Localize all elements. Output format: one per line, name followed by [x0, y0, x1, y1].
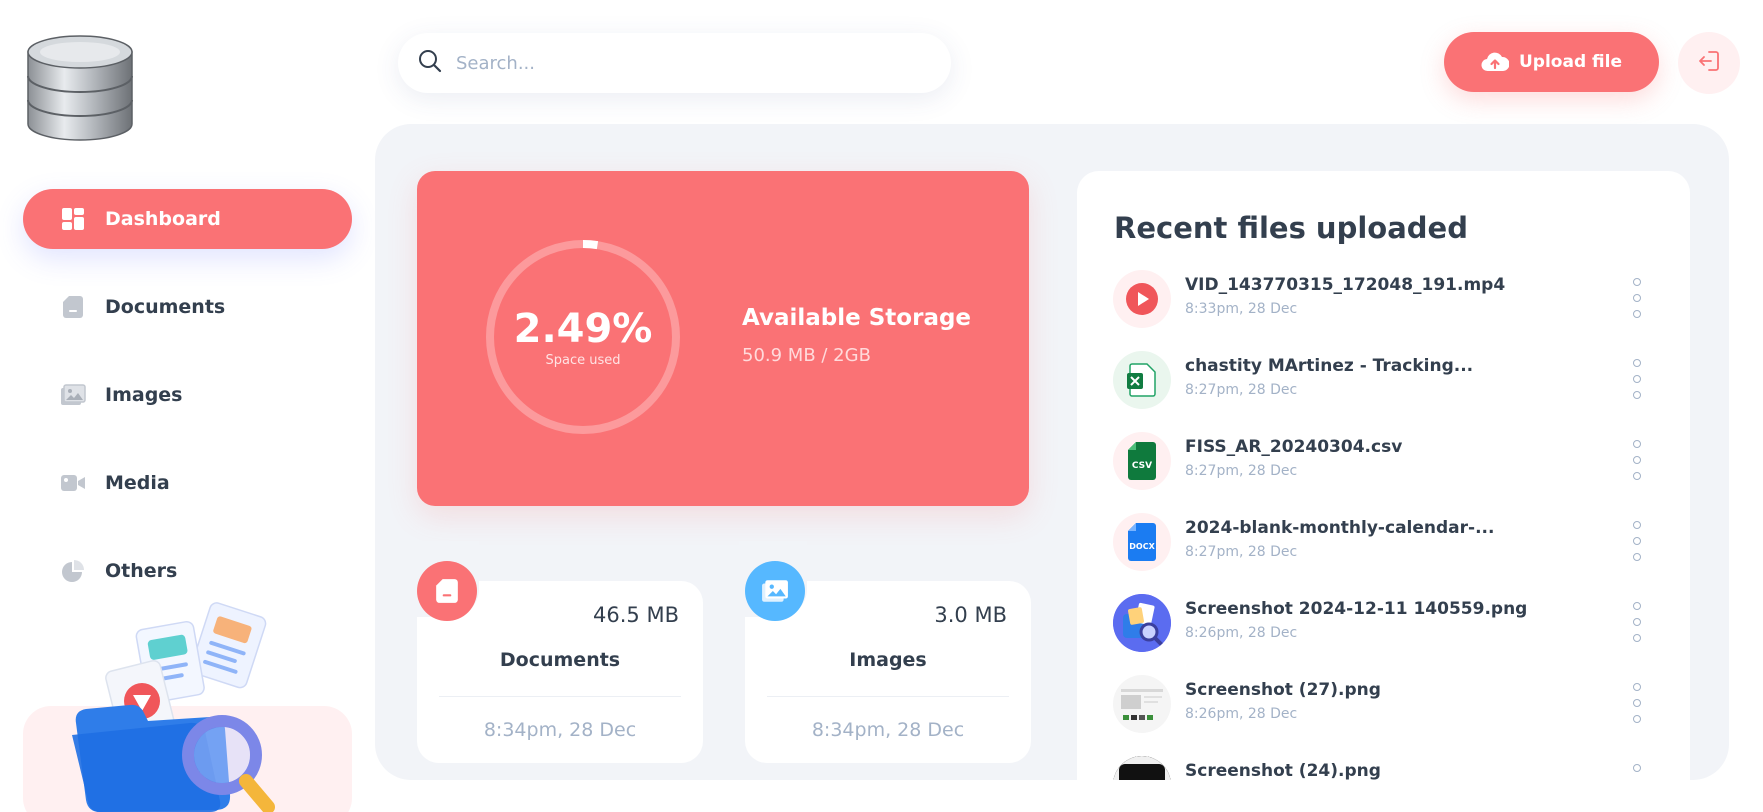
sidebar-item-images[interactable]: Images — [23, 365, 352, 425]
document-icon — [59, 293, 87, 321]
logout-icon — [1696, 48, 1722, 78]
sidebar-item-label: Others — [105, 560, 178, 582]
file-row[interactable]: VID_143770315_172048_191.mp4 8:33pm, 28 … — [1113, 270, 1653, 351]
more-options-icon[interactable] — [1631, 278, 1643, 318]
more-options-icon[interactable] — [1631, 521, 1643, 561]
image-icon — [59, 381, 87, 409]
storage-card: 2.49% Space used Available Storage 50.9 … — [417, 171, 1029, 506]
file-row[interactable]: Screenshot (27).png 8:26pm, 28 Dec — [1113, 675, 1653, 756]
file-badge: CSV — [1132, 461, 1152, 471]
screenshot-thumbnail — [1113, 675, 1171, 733]
document-icon — [417, 561, 477, 621]
sidebar-item-label: Dashboard — [105, 208, 221, 230]
storage-percentage: 2.49% Space used — [483, 237, 683, 437]
file-name: Screenshot 2024-12-11 140559.png — [1185, 599, 1528, 619]
summary-card-size: 3.0 MB — [934, 603, 1007, 627]
file-date: 8:27pm, 28 Dec — [1185, 463, 1298, 479]
divider — [767, 696, 1009, 697]
recent-files-panel: Recent files uploaded VID_143770315_1720… — [1077, 171, 1690, 780]
database-logo-icon[interactable] — [22, 32, 138, 144]
dashboard-icon — [59, 205, 87, 233]
file-name: VID_143770315_172048_191.mp4 — [1185, 275, 1506, 295]
file-name: 2024-blank-monthly-calendar-... — [1185, 518, 1495, 538]
sidebar-item-dashboard[interactable]: Dashboard — [23, 189, 352, 249]
file-name: Screenshot (27).png — [1185, 680, 1381, 700]
pie-chart-icon — [59, 557, 87, 585]
sidebar-item-label: Documents — [105, 296, 226, 318]
summary-card-name: Documents — [499, 649, 621, 671]
more-options-icon[interactable] — [1631, 683, 1643, 723]
file-name: Screenshot (24).png — [1185, 761, 1381, 780]
storage-size: 50.9 MB / 2GB — [742, 345, 871, 366]
more-options-icon[interactable] — [1631, 764, 1643, 780]
summary-card-images[interactable]: 3.0 MB Images 8:34pm, 28 Dec — [739, 541, 1031, 763]
sidebar-item-documents[interactable]: Documents — [23, 277, 352, 337]
screenshot-thumbnail — [1113, 756, 1171, 780]
storage-percent-value: 2.49% — [513, 305, 653, 352]
summary-card-date: 8:34pm, 28 Dec — [811, 719, 965, 741]
folder-illustration — [70, 595, 310, 812]
storage-title: Available Storage — [742, 305, 972, 331]
search-icon — [418, 49, 442, 77]
file-name: chastity MArtinez - Tracking... — [1185, 356, 1474, 376]
summary-card-date: 8:34pm, 28 Dec — [483, 719, 637, 741]
summary-card-name: Images — [849, 649, 927, 671]
search-input[interactable] — [456, 52, 916, 74]
summary-card-size: 46.5 MB — [593, 603, 679, 627]
upload-file-label: Upload file — [1519, 52, 1622, 72]
sidebar: Dashboard Documents Images Media Others — [0, 0, 370, 812]
more-options-icon[interactable] — [1631, 602, 1643, 642]
play-icon — [1113, 270, 1171, 328]
file-row[interactable]: Screenshot (24).png — [1113, 756, 1653, 780]
more-options-icon[interactable] — [1631, 440, 1643, 480]
upload-file-button[interactable]: Upload file — [1444, 32, 1659, 92]
file-date: 8:26pm, 28 Dec — [1185, 625, 1298, 641]
file-row[interactable]: CSV FISS_AR_20240304.csv 8:27pm, 28 Dec — [1113, 432, 1653, 513]
sidebar-nav: Dashboard Documents Images Media Others — [23, 189, 352, 629]
file-date: 8:27pm, 28 Dec — [1185, 382, 1298, 398]
video-camera-icon — [59, 469, 87, 497]
recent-files-list: VID_143770315_172048_191.mp4 8:33pm, 28 … — [1113, 270, 1653, 780]
logout-button[interactable] — [1678, 32, 1740, 94]
cloud-upload-icon — [1481, 51, 1509, 73]
image-search-icon — [1113, 594, 1171, 652]
file-date: 8:27pm, 28 Dec — [1185, 544, 1298, 560]
image-icon — [745, 561, 805, 621]
more-options-icon[interactable] — [1631, 359, 1643, 399]
file-date: 8:26pm, 28 Dec — [1185, 706, 1298, 722]
file-badge: DOCX — [1129, 542, 1155, 551]
file-row[interactable]: Screenshot 2024-12-11 140559.png 8:26pm,… — [1113, 594, 1653, 675]
recent-files-title: Recent files uploaded — [1114, 211, 1468, 245]
file-name: FISS_AR_20240304.csv — [1185, 437, 1403, 457]
sidebar-item-label: Media — [105, 472, 170, 494]
docx-icon: DOCX — [1113, 513, 1171, 571]
summary-card-documents[interactable]: 46.5 MB Documents 8:34pm, 28 Dec — [411, 541, 703, 763]
search-bar[interactable] — [398, 33, 951, 93]
dashboard-panel: 2.49% Space used Available Storage 50.9 … — [375, 124, 1729, 780]
csv-icon: CSV — [1113, 432, 1171, 490]
file-date: 8:33pm, 28 Dec — [1185, 301, 1298, 317]
sidebar-item-media[interactable]: Media — [23, 453, 352, 513]
excel-icon — [1113, 351, 1171, 409]
file-row[interactable]: DOCX 2024-blank-monthly-calendar-... 8:2… — [1113, 513, 1653, 594]
sidebar-item-others[interactable]: Others — [23, 541, 352, 601]
storage-percent-caption: Space used — [545, 352, 621, 368]
file-row[interactable]: chastity MArtinez - Tracking... 8:27pm, … — [1113, 351, 1653, 432]
sidebar-item-label: Images — [105, 384, 183, 406]
divider — [439, 696, 681, 697]
